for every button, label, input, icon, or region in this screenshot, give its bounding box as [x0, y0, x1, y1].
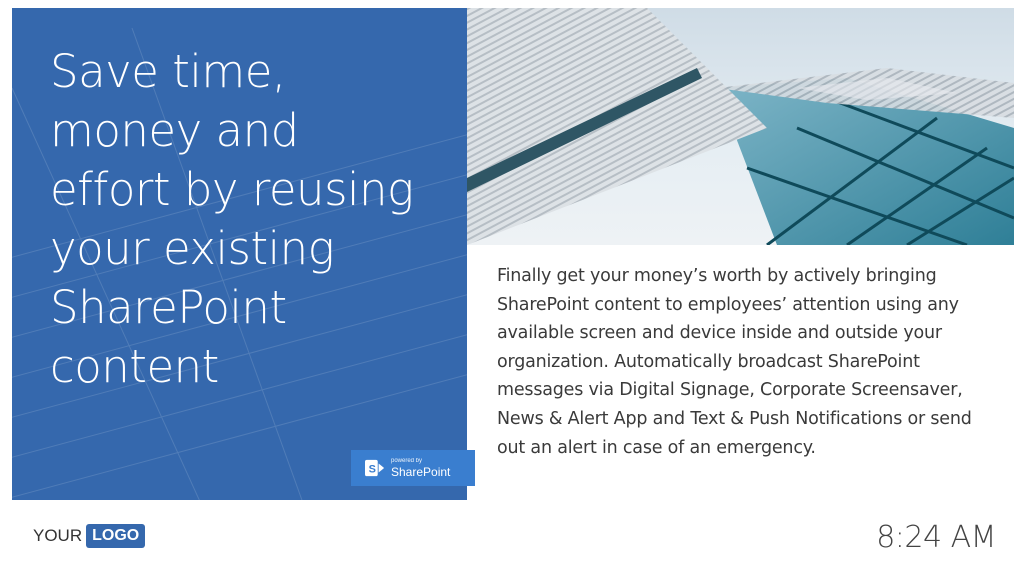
powered-by-sharepoint-badge: S powered by SharePoint [351, 450, 475, 486]
body-text: Finally get your money’s worth by active… [497, 266, 972, 458]
logo-box: LOGO [86, 524, 146, 548]
headline: Save time, money and effort by reusing y… [50, 45, 414, 393]
headline-panel: Save time, money and effort by reusing y… [12, 8, 467, 500]
building-photo [467, 8, 1014, 245]
footer-bar: YOUR LOGO 8:24 AM [0, 500, 1014, 573]
badge-small-text: powered by [391, 458, 423, 464]
sharepoint-icon: S [365, 459, 385, 477]
clock-time: 8:24 AM [876, 520, 996, 555]
svg-text:S: S [369, 464, 376, 476]
company-logo: YOUR LOGO [33, 524, 146, 548]
logo-prefix: YOUR [33, 526, 83, 545]
badge-label: SharePoint [391, 465, 451, 479]
building-image [467, 8, 1014, 245]
badge-text: powered by SharePoint [391, 458, 450, 478]
